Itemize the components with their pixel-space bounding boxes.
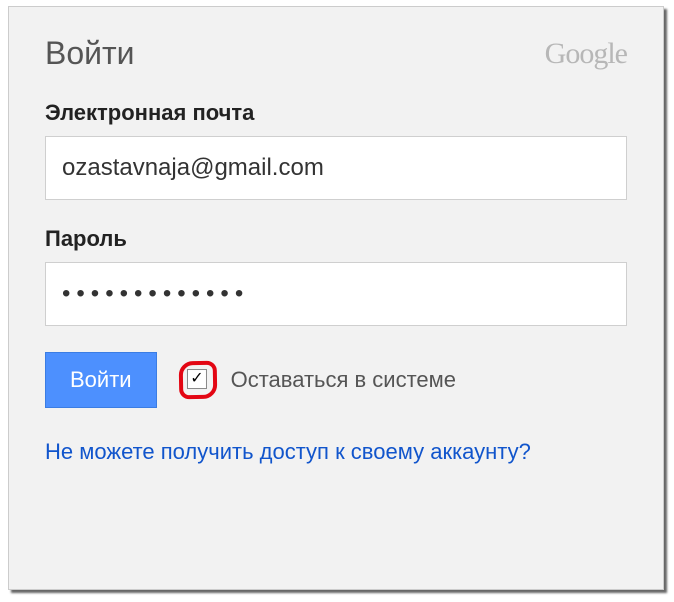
email-block: Электронная почта xyxy=(45,100,627,200)
check-icon: ✓ xyxy=(190,371,203,387)
login-card: Войти Google Электронная почта Пароль Во… xyxy=(8,6,664,590)
action-row: Войти ✓ Оставаться в системе xyxy=(45,352,627,408)
signin-button[interactable]: Войти xyxy=(45,352,157,408)
email-field[interactable] xyxy=(45,136,627,200)
password-block: Пароль xyxy=(45,226,627,326)
header-row: Войти Google xyxy=(45,35,627,72)
stay-signed-in-group: ✓ Оставаться в системе xyxy=(179,361,456,399)
email-label: Электронная почта xyxy=(45,100,627,126)
password-label: Пароль xyxy=(45,226,627,252)
page-title: Войти xyxy=(45,35,135,72)
stay-signed-in-label: Оставаться в системе xyxy=(231,367,456,393)
stay-signed-in-checkbox[interactable]: ✓ xyxy=(187,369,207,389)
password-field[interactable] xyxy=(45,262,627,326)
cant-access-link[interactable]: Не можете получить доступ к своему аккау… xyxy=(45,436,531,468)
annotation-highlight: ✓ xyxy=(178,361,217,400)
brand-logo: Google xyxy=(545,37,627,71)
